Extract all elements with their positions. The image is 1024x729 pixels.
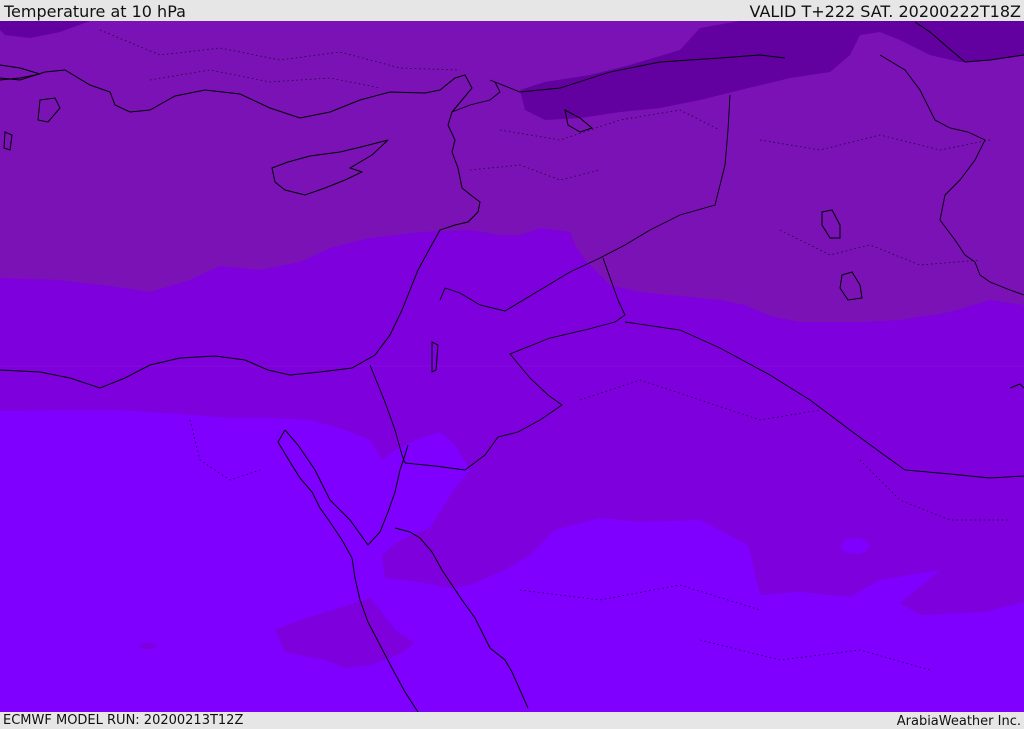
- header-bar: Temperature at 10 hPa VALID T+222 SAT. 2…: [0, 0, 1024, 21]
- map-title: Temperature at 10 hPa: [4, 2, 186, 21]
- valid-time-label: VALID T+222 SAT. 20200222T18Z: [749, 2, 1021, 21]
- credit-label: ArabiaWeather Inc.: [896, 714, 1021, 729]
- map-canvas: [0, 21, 1024, 712]
- weather-map[interactable]: [0, 21, 1024, 712]
- temperature-pocket: [841, 538, 869, 554]
- model-run-label: ECMWF MODEL RUN: 20200213T12Z: [3, 713, 244, 728]
- footer-bar: ECMWF MODEL RUN: 20200213T12Z ArabiaWeat…: [0, 712, 1024, 729]
- temperature-pocket: [140, 643, 156, 649]
